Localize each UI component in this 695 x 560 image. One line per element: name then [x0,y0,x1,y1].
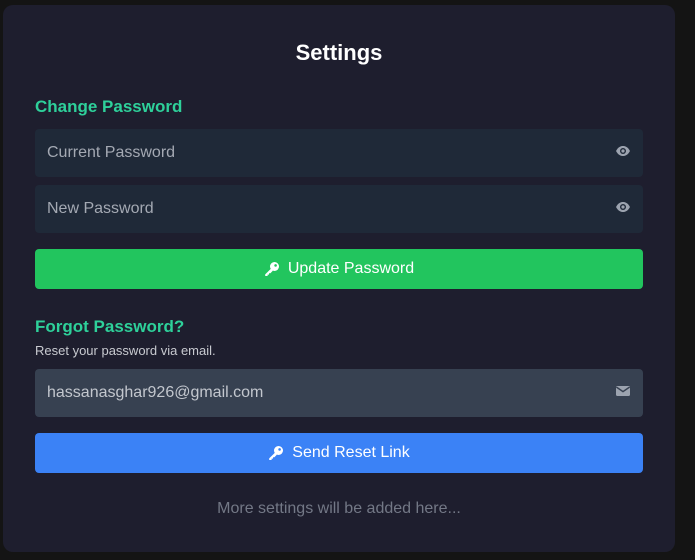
settings-card: Settings Change Password Current Passwor… [3,5,675,552]
change-password-heading: Change Password [35,97,183,116]
current-password-field[interactable]: Current Password [35,129,643,177]
eye-icon[interactable] [615,143,631,159]
send-reset-link-button[interactable]: Send Reset Link [35,433,643,473]
current-password-placeholder: Current Password [47,144,176,161]
send-reset-link-label: Send Reset Link [292,444,410,461]
eye-icon[interactable] [615,199,631,215]
new-password-field[interactable]: New Password [35,185,643,233]
key-icon [269,446,284,460]
email-field[interactable]: hassanasghar926@gmail.com [35,369,643,417]
footer-note: More settings will be added here... [217,500,461,517]
envelope-icon [615,386,631,396]
update-password-label: Update Password [287,260,415,277]
forgot-password-description: Reset your password via email. [35,343,216,358]
update-password-button[interactable]: Update Password [35,249,643,289]
new-password-placeholder: New Password [47,200,154,217]
key-icon [265,262,279,276]
forgot-password-heading: Forgot Password? [35,317,185,336]
email-value: hassanasghar926@gmail.com [47,384,264,401]
page-title: Settings [295,40,383,65]
